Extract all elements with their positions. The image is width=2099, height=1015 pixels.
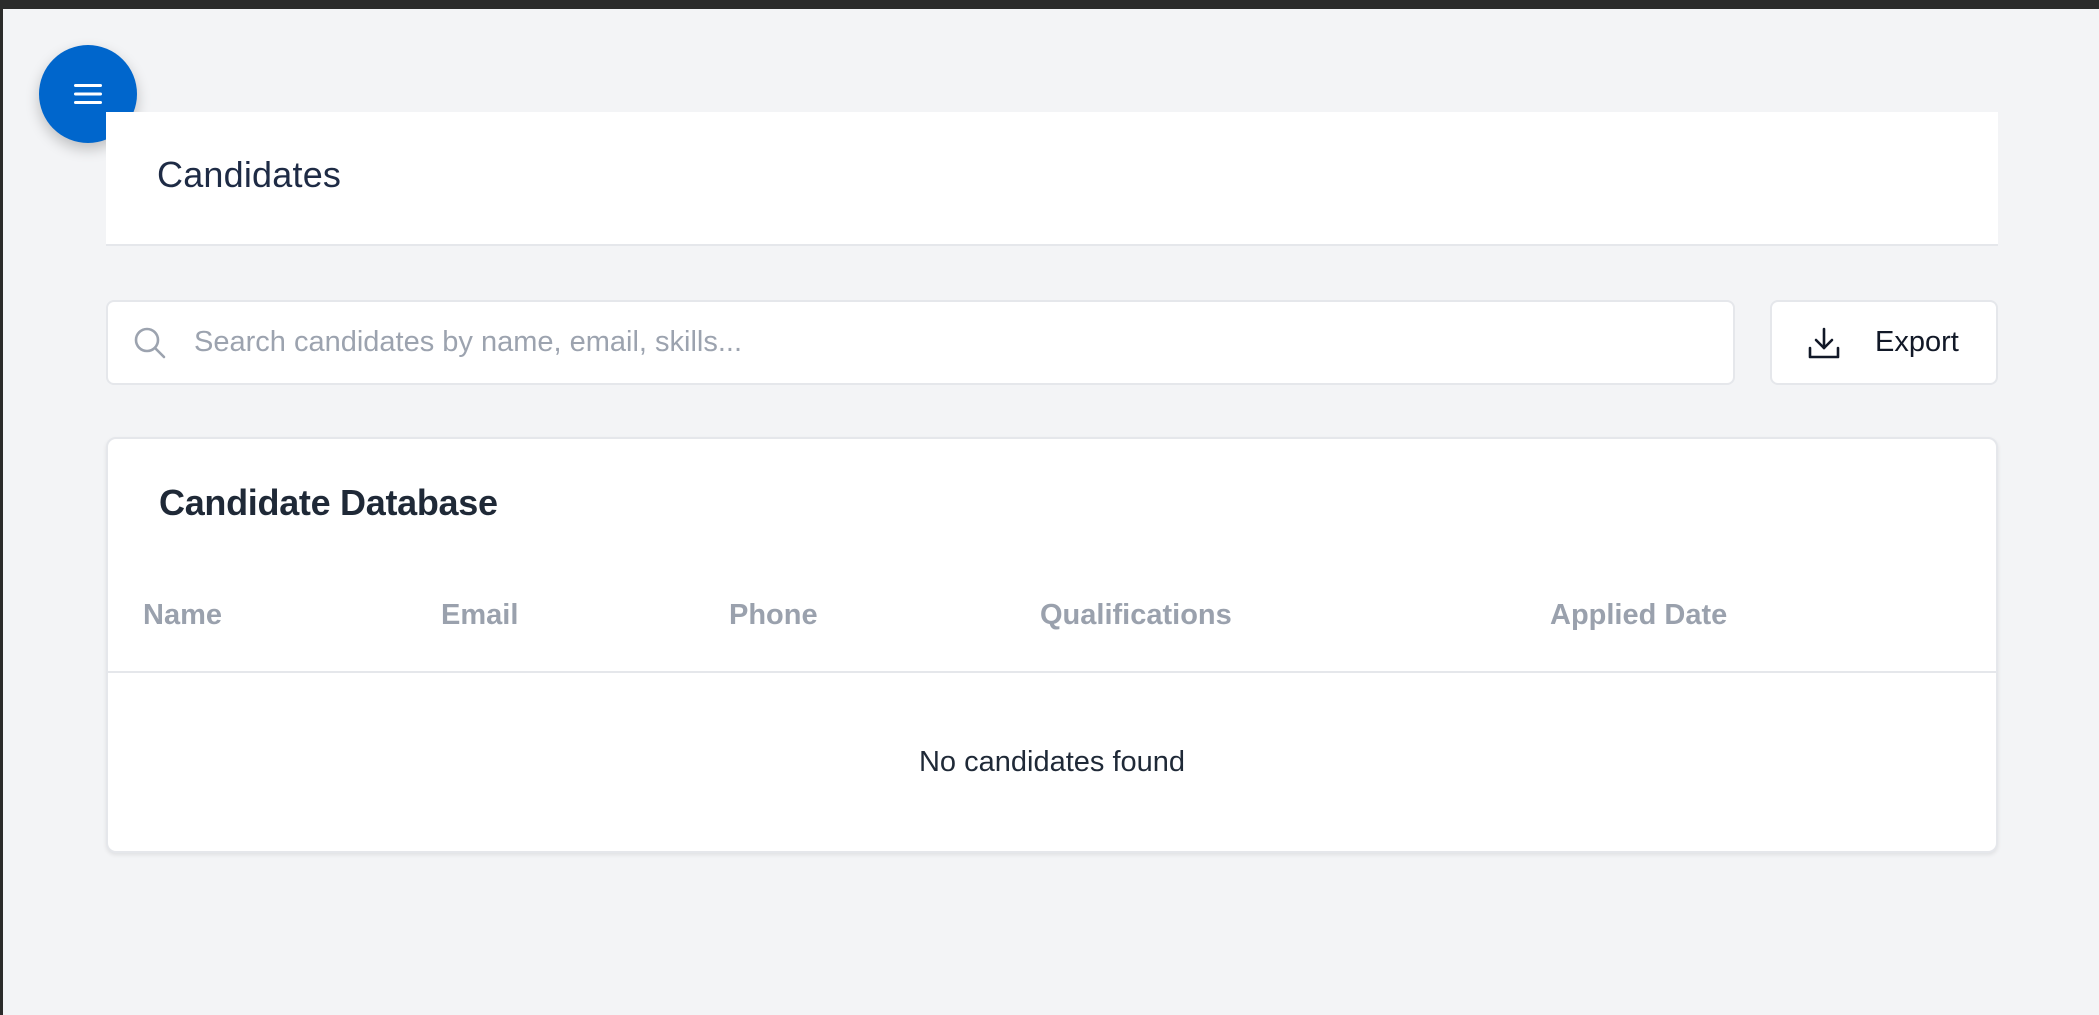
window-left-edge (0, 9, 3, 1015)
search-icon (133, 326, 167, 360)
empty-state-message: No candidates found (918, 746, 1186, 778)
export-label: Export (1875, 326, 1959, 358)
column-header-phone[interactable]: Phone (729, 599, 818, 632)
search-bar[interactable] (106, 300, 1735, 385)
candidate-database-title: Candidate Database (159, 482, 498, 523)
column-header-email[interactable]: Email (441, 599, 518, 632)
window-top-bar (0, 0, 2099, 9)
table-header-divider (108, 671, 1996, 673)
page-header: Candidates (106, 112, 1998, 246)
column-header-name[interactable]: Name (143, 599, 222, 632)
page-title: Candidates (157, 154, 342, 195)
search-input[interactable] (194, 312, 1694, 372)
export-button[interactable]: Export (1770, 300, 1998, 385)
download-icon (1807, 326, 1841, 360)
hamburger-icon (74, 82, 102, 106)
column-header-applied-date[interactable]: Applied Date (1550, 599, 1727, 632)
candidate-database-card: Candidate Database Name Email Phone Qual… (106, 437, 1998, 853)
table-header: Name Email Phone Qualifications Applied … (108, 599, 1996, 631)
column-header-qualifications[interactable]: Qualifications (1040, 599, 1232, 632)
